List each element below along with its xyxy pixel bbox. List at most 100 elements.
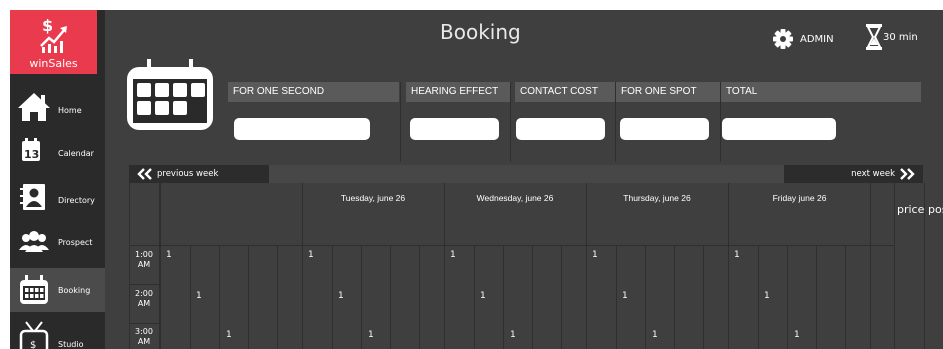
- price-column-header: price: [897, 203, 925, 216]
- grid-line: [703, 245, 704, 349]
- next-week-button[interactable]: next week: [784, 165, 923, 183]
- column-header-total: TOTAL: [721, 82, 921, 102]
- hourglass-icon: [866, 24, 882, 50]
- user-menu[interactable]: ADMIN: [772, 28, 834, 50]
- slot-value[interactable]: 1: [480, 291, 486, 301]
- svg-text:$: $: [42, 16, 53, 35]
- grid-line: [277, 245, 278, 349]
- for-one-spot-input[interactable]: [620, 118, 709, 140]
- sidebar-item-prospect[interactable]: Prospect: [10, 222, 105, 266]
- grid-line: [894, 183, 895, 349]
- grid-line: [787, 245, 788, 349]
- svg-text:13: 13: [24, 148, 39, 161]
- sidebar-item-label: Home: [58, 106, 82, 115]
- grid-line: [561, 245, 562, 349]
- slot-value[interactable]: 1: [764, 291, 770, 301]
- for-one-second-input[interactable]: [234, 118, 370, 140]
- grid-line: [616, 245, 617, 349]
- slot-value[interactable]: 1: [338, 291, 344, 301]
- timer-label: 30 min: [883, 31, 918, 43]
- slot-value[interactable]: 1: [622, 291, 628, 301]
- prospect-icon: [19, 231, 49, 252]
- sidebar-item-calendar[interactable]: 13 Calendar: [10, 131, 105, 175]
- slot-value[interactable]: 1: [166, 250, 172, 260]
- hearing-effect-input[interactable]: [410, 118, 499, 140]
- divider: [510, 82, 511, 162]
- slot-value[interactable]: 1: [226, 330, 232, 340]
- grid-line: [474, 245, 475, 349]
- slot-value[interactable]: 1: [196, 291, 202, 301]
- sidebar: $ winSales Home 13 Calendar Directory Pr…: [10, 10, 105, 349]
- next-week-label: next week: [851, 169, 895, 179]
- grid-line: [870, 183, 871, 349]
- slot-value[interactable]: 1: [652, 330, 658, 340]
- sidebar-item-label: Studio: [58, 340, 84, 349]
- column-header-hearing-effect: HEARING EFFECT: [406, 82, 510, 102]
- sales-growth-icon: $: [40, 16, 67, 53]
- directory-icon: [20, 184, 45, 210]
- grid-line: [190, 245, 191, 349]
- column-header-for-one-spot: FOR ONE SPOT: [616, 82, 720, 102]
- slot-value[interactable]: 1: [368, 330, 374, 340]
- sidebar-item-label: Calendar: [58, 149, 94, 158]
- grid-line: [361, 245, 362, 349]
- sidebar-item-label: Prospect: [58, 238, 93, 247]
- grid-line: [129, 284, 160, 285]
- grid-line: [728, 183, 729, 349]
- time-label: 1:00 AM: [135, 250, 153, 269]
- gear-icon: [773, 29, 793, 49]
- grid-line: [924, 183, 925, 349]
- time-label: 3:00 AM: [135, 327, 153, 346]
- slot-value[interactable]: 1: [308, 250, 314, 260]
- previous-week-button[interactable]: previous week: [129, 165, 269, 183]
- column-header-for-one-second: FOR ONE SECOND: [228, 82, 399, 102]
- user-label: ADMIN: [800, 33, 834, 45]
- grid-line: [390, 245, 391, 349]
- sidebar-item-home[interactable]: Home: [10, 85, 105, 129]
- grid-line: [302, 183, 303, 349]
- sidebar-item-studio[interactable]: $ Studio: [10, 314, 105, 349]
- double-chevron-right-icon: [900, 168, 915, 180]
- time-label: 2:00 AM: [135, 289, 153, 308]
- logo[interactable]: $ winSales: [10, 10, 97, 74]
- grid-line: [129, 245, 894, 246]
- contact-cost-input[interactable]: [516, 118, 605, 140]
- grid-line: [758, 245, 759, 349]
- grid-line: [332, 245, 333, 349]
- slot-value[interactable]: 1: [450, 250, 456, 260]
- grid-line: [586, 183, 587, 349]
- day-header: Friday june 26: [772, 193, 827, 203]
- booking-icon: [20, 275, 48, 304]
- grid-line: [160, 183, 161, 349]
- sidebar-item-booking[interactable]: Booking: [10, 268, 105, 312]
- column-header-contact-cost: CONTACT COST: [515, 82, 615, 102]
- studio-icon: $: [19, 321, 49, 349]
- schedule-grid: Tuesday, june 26 Wednesday, june 26 Thur…: [129, 183, 943, 349]
- post-column-header: post: [928, 203, 943, 216]
- slot-value[interactable]: 1: [794, 330, 800, 340]
- sidebar-item-label: Booking: [58, 286, 91, 295]
- previous-week-label: previous week: [157, 169, 219, 179]
- grid-line: [219, 245, 220, 349]
- divider: [400, 82, 401, 162]
- logo-text: winSales: [29, 57, 78, 70]
- grid-line: [645, 245, 646, 349]
- grid-line: [419, 245, 420, 349]
- slot-value[interactable]: 1: [592, 250, 598, 260]
- grid-line: [532, 245, 533, 349]
- slot-value[interactable]: 1: [510, 330, 516, 340]
- day-header: Tuesday, june 26: [340, 193, 406, 203]
- divider: [720, 82, 721, 162]
- total-input[interactable]: [722, 118, 836, 140]
- home-icon: [18, 93, 50, 121]
- grid-line: [129, 183, 130, 349]
- day-header: Wednesday, june 26: [476, 193, 554, 203]
- grid-line: [248, 245, 249, 349]
- calendar-icon: [127, 59, 213, 130]
- grid-line: [129, 323, 160, 324]
- sidebar-item-directory[interactable]: Directory: [10, 177, 105, 221]
- slot-value[interactable]: 1: [734, 250, 740, 260]
- grid-line: [674, 245, 675, 349]
- grid-line: [444, 183, 445, 349]
- double-chevron-left-icon: [137, 168, 152, 180]
